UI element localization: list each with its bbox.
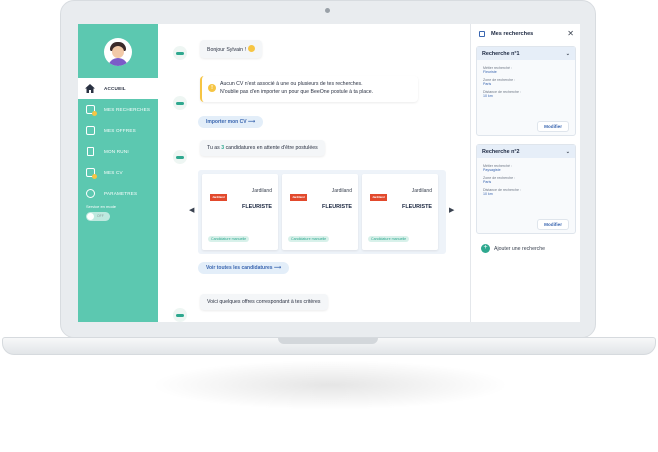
- laptop-shadow: [150, 360, 510, 410]
- see-all-candidatures-button[interactable]: Voir toutes les candidatures ⟶: [198, 262, 290, 274]
- sidebar-item-label: MES CV: [104, 170, 123, 175]
- company-logo: Jardiland: [370, 194, 387, 201]
- status-badge: Candidature manuelle: [288, 236, 330, 242]
- search-card-2: Recherche n°2 ⌄ Métier recherché : Paysa…: [476, 144, 576, 234]
- offers-text: Voici quelques offres correspondant à te…: [207, 299, 321, 305]
- searches-icon: [84, 105, 97, 116]
- chevron-down-icon[interactable]: ⌄: [566, 149, 570, 155]
- camera-icon: [325, 8, 330, 13]
- search-card-header[interactable]: Recherche n°1 ⌄: [477, 47, 575, 60]
- settings-icon: [84, 189, 96, 199]
- company-logo: Jardiland: [290, 194, 307, 201]
- distance-value: 10 km: [483, 192, 493, 196]
- bot-icon: [173, 96, 187, 110]
- searches-panel-icon: [479, 31, 485, 37]
- sidebar-item-parametres[interactable]: PARAMETRES: [78, 183, 158, 204]
- avatar[interactable]: [104, 38, 132, 66]
- plus-icon: +: [481, 244, 490, 253]
- company-name: Jardiland: [331, 188, 352, 194]
- company-logo: Jardiland: [210, 194, 227, 201]
- sidebar-item-accueil[interactable]: ACCUEIL: [78, 78, 158, 99]
- document-icon: [84, 147, 96, 157]
- sidebar-item-label: MON RUNI: [104, 149, 129, 154]
- sidebar-item-mes-offres[interactable]: MES OFFRES: [78, 120, 158, 141]
- warning-icon: !: [208, 84, 216, 92]
- company-name: Jardiland: [251, 188, 272, 194]
- app-screen: ACCUEIL MES RECHERCHES MES OFFRES MON RU…: [78, 24, 580, 322]
- zone-value: Paris: [483, 82, 492, 86]
- candidatures-count: 3: [221, 145, 225, 151]
- status-badge: Candidature manuelle: [368, 236, 410, 242]
- bot-icon: [173, 308, 187, 322]
- candidatures-bubble: Tu as 3 candidatures en attente d'être p…: [200, 140, 325, 156]
- search-card-1: Recherche n°1 ⌄ Métier recherché : Fleur…: [476, 46, 576, 136]
- sidebar-nav: ACCUEIL MES RECHERCHES MES OFFRES MON RU…: [78, 78, 158, 204]
- job-card[interactable]: Jardiland Jardiland FLEURISTE Candidatur…: [362, 174, 438, 250]
- wave-icon: [247, 45, 255, 52]
- greeting-text: Bonjour Sylvain !: [207, 47, 246, 53]
- modify-button[interactable]: Modifier: [537, 219, 569, 230]
- bot-icon: [173, 150, 187, 164]
- job-title: FLEURISTE: [242, 204, 272, 210]
- cv-icon: [84, 168, 97, 179]
- greeting-bubble: Bonjour Sylvain !: [200, 40, 262, 58]
- service-mode-toggle[interactable]: OFF: [86, 212, 110, 221]
- company-name: Jardiland: [411, 188, 432, 194]
- searches-panel: Mes recherches ✕ Recherche n°1 ⌄ Métier …: [470, 24, 580, 322]
- candidatures-prefix: Tu as: [207, 145, 220, 151]
- offers-icon: [84, 126, 96, 136]
- job-card[interactable]: Jardiland Jardiland FLEURISTE Candidatur…: [202, 174, 278, 250]
- sidebar: ACCUEIL MES RECHERCHES MES OFFRES MON RU…: [78, 24, 158, 322]
- carousel-next-icon[interactable]: ▶: [449, 206, 454, 214]
- warning-line-1: Aucun CV n'est associé à une ou plusieur…: [220, 81, 363, 87]
- chevron-down-icon[interactable]: ⌄: [566, 51, 570, 57]
- sidebar-item-mes-cv[interactable]: MES CV: [78, 162, 158, 183]
- candidatures-suffix: candidatures en attente d'être postulées: [225, 145, 318, 151]
- sidebar-item-label: ACCUEIL: [104, 86, 126, 91]
- bot-icon: [173, 46, 187, 60]
- candidatures-carousel: Jardiland Jardiland FLEURISTE Candidatur…: [198, 170, 446, 254]
- metier-value: Fleuriste: [483, 70, 497, 74]
- chat-feed: Bonjour Sylvain ! ! Aucun CV n'est assoc…: [158, 24, 470, 322]
- toggle-text: OFF: [97, 214, 104, 219]
- close-icon[interactable]: ✕: [567, 29, 574, 38]
- job-card[interactable]: Jardiland Jardiland FLEURISTE Candidatur…: [282, 174, 358, 250]
- search-title: Recherche n°1: [482, 50, 520, 57]
- metier-value: Paysagiste: [483, 168, 501, 172]
- sidebar-item-mes-recherches[interactable]: MES RECHERCHES: [78, 99, 158, 120]
- zone-value: Paris: [483, 180, 492, 184]
- add-search-label: Ajouter une recherche: [494, 245, 546, 252]
- panel-header: Mes recherches: [471, 24, 580, 44]
- modify-button[interactable]: Modifier: [537, 121, 569, 132]
- job-title: FLEURISTE: [322, 204, 352, 210]
- carousel-prev-icon[interactable]: ◀: [189, 206, 194, 214]
- panel-title: Mes recherches: [491, 31, 534, 37]
- home-icon: [84, 84, 96, 94]
- sidebar-item-label: MES OFFRES: [104, 128, 136, 133]
- add-search-button[interactable]: + Ajouter une recherche: [481, 244, 545, 253]
- warning-line-2: N'oublie pas d'en importer un pour que B…: [220, 88, 374, 95]
- laptop-notch: [278, 338, 378, 344]
- sidebar-item-mon-runi[interactable]: MON RUNI: [78, 141, 158, 162]
- sidebar-item-label: PARAMETRES: [104, 191, 138, 196]
- import-cv-button[interactable]: Importer mon CV ⟶: [198, 116, 264, 128]
- warning-bubble: ! Aucun CV n'est associé à une ou plusie…: [200, 76, 418, 102]
- service-mode-label: Service en mode: [86, 204, 117, 209]
- search-card-header[interactable]: Recherche n°2 ⌄: [477, 145, 575, 158]
- sidebar-item-label: MES RECHERCHES: [104, 107, 151, 112]
- distance-value: 10 km: [483, 94, 493, 98]
- job-title: FLEURISTE: [402, 204, 432, 210]
- search-title: Recherche n°2: [482, 148, 520, 155]
- offers-bubble: Voici quelques offres correspondant à te…: [200, 294, 328, 310]
- status-badge: Candidature manuelle: [208, 236, 250, 242]
